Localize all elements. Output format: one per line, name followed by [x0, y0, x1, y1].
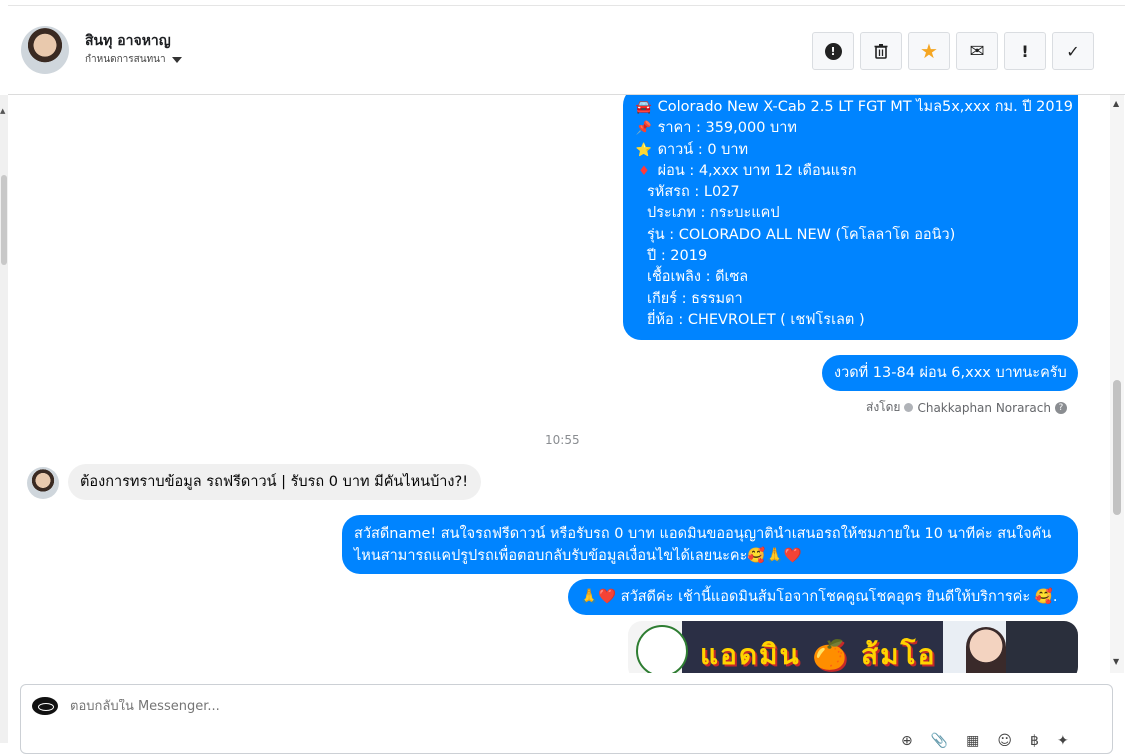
messenger-window: ▲ สินทุ อาจหาญ กำหนดการสนทนา ! ★ ✉ ! ✓ 🚘…: [0, 0, 1134, 754]
listing-line: Colorado New X-Cab 2.5 LT FGT MT ไมล5x,x…: [657, 99, 1074, 115]
contact-name[interactable]: สินทุ อาจหาญ: [85, 30, 171, 52]
exclamation-icon: !: [1021, 41, 1029, 61]
contact-avatar[interactable]: [21, 26, 69, 74]
header-actions: ! ★ ✉ ! ✓: [812, 32, 1094, 70]
dealer-logo: [636, 625, 688, 673]
page-avatar: [32, 697, 58, 715]
sender-avatar[interactable]: [27, 467, 59, 499]
emoji-icon[interactable]: ☺: [997, 733, 1012, 749]
template-icon[interactable]: ▦: [966, 733, 979, 749]
scroll-up-arrow-icon[interactable]: ▲: [0, 107, 5, 115]
listing-line: ประเภท : กระบะแคป: [647, 205, 780, 222]
alert-circle-icon: !: [824, 42, 842, 60]
star-emoji-icon: ⭐: [635, 142, 653, 158]
outgoing-message-greeting[interactable]: 🙏❤️ สวัสดีค่ะ เช้านี้แอดมินส้มโอจากโชคคู…: [568, 579, 1078, 615]
star-icon: ★: [920, 39, 938, 63]
mark-done-button[interactable]: ✓: [1052, 32, 1094, 70]
incoming-message[interactable]: ต้องการทราบข้อมูล รถฟรีดาวน์ | รับรถ 0 บ…: [68, 464, 481, 500]
outgoing-message-installment[interactable]: งวดที่ 13-84 ผ่อน 6,xxx บาทนะครับ: [822, 355, 1078, 391]
listing-line: รุ่น : COLORADO ALL NEW (โคโลลาโด ออนิว): [647, 226, 956, 243]
message-thread[interactable]: 🚘 Colorado New X-Cab 2.5 LT FGT MT ไมล5x…: [8, 95, 1125, 673]
admin-photo: [966, 627, 1006, 673]
listing-line: เกียร์ : ธรรมดา: [647, 290, 743, 307]
star-button[interactable]: ★: [908, 32, 950, 70]
conversation-settings[interactable]: กำหนดการสนทนา: [85, 52, 182, 67]
message-composer: ⊕ 📎 ▦ ☺ ฿ ✦: [20, 684, 1113, 754]
listing-line: ดาวน์ : 0 บาท: [657, 141, 749, 158]
outgoing-message-listing[interactable]: 🚘 Colorado New X-Cab 2.5 LT FGT MT ไมล5x…: [623, 95, 1078, 340]
reply-input[interactable]: [70, 699, 770, 714]
attach-icon[interactable]: 📎: [931, 733, 948, 749]
payment-icon[interactable]: ฿: [1030, 733, 1039, 749]
scroll-thumb[interactable]: [1113, 380, 1121, 515]
timestamp: 10:55: [545, 433, 580, 447]
delete-button[interactable]: [860, 32, 902, 70]
sent-by-prefix: ส่งโดย: [866, 400, 901, 414]
verified-icon: [904, 403, 914, 412]
chevron-down-icon: [171, 56, 182, 63]
mail-icon: ✉: [969, 40, 985, 62]
report-button[interactable]: !: [812, 32, 854, 70]
scroll-down-arrow-icon[interactable]: ▼: [1113, 657, 1119, 666]
thread-scrollbar[interactable]: ▲ ▼: [1110, 95, 1124, 673]
pin-icon: 📌: [635, 121, 653, 137]
composer-tools: ⊕ 📎 ▦ ☺ ฿ ✦: [901, 733, 1069, 749]
sticker-icon[interactable]: ⊕: [901, 733, 913, 749]
car-icon: 🚘: [635, 100, 653, 115]
sender-name[interactable]: Chakkaphan Norarach: [917, 401, 1050, 415]
listing-line: ปี : 2019: [647, 248, 708, 265]
outgoing-message-reply[interactable]: สวัสดีname! สนใจรถฟรีดาวน์ หรือรับรถ 0 บ…: [342, 515, 1078, 574]
left-panel-scrollbar[interactable]: ▲: [0, 95, 8, 743]
sparkle-icon[interactable]: ✦: [1057, 733, 1069, 749]
banner-text: แอดมิน 🍊 ส้มโอ: [700, 638, 937, 671]
listing-line: ยี่ห้อ : CHEVROLET ( เชฟโรเลต ): [647, 311, 865, 328]
scroll-thumb[interactable]: [1, 175, 7, 265]
image-attachment[interactable]: แอดมิน 🍊 ส้มโอ: [628, 621, 1078, 673]
mark-important-button[interactable]: !: [1004, 32, 1046, 70]
mark-unread-button[interactable]: ✉: [956, 32, 998, 70]
conversation-settings-label: กำหนดการสนทนา: [85, 54, 166, 65]
help-icon[interactable]: ?: [1054, 401, 1067, 414]
listing-line: เชื้อเพลิง : ดีเซล: [647, 269, 749, 286]
listing-line: ราคา : 359,000 บาท: [657, 120, 797, 137]
scroll-up-arrow-icon[interactable]: ▲: [1113, 99, 1119, 108]
listing-line: ผ่อน : 4,xxx บาท 12 เดือนแรก: [657, 162, 857, 179]
conversation-header: สินทุ อาจหาญ กำหนดการสนทนา ! ★ ✉ ! ✓: [8, 5, 1125, 95]
sent-by-info: ส่งโดย Chakkaphan Norarach ?: [866, 398, 1067, 417]
trash-icon: [874, 44, 888, 59]
check-icon: ✓: [1066, 41, 1080, 61]
listing-line: รหัสรถ : L027: [647, 184, 740, 201]
diamond-icon: ♦: [638, 163, 650, 179]
